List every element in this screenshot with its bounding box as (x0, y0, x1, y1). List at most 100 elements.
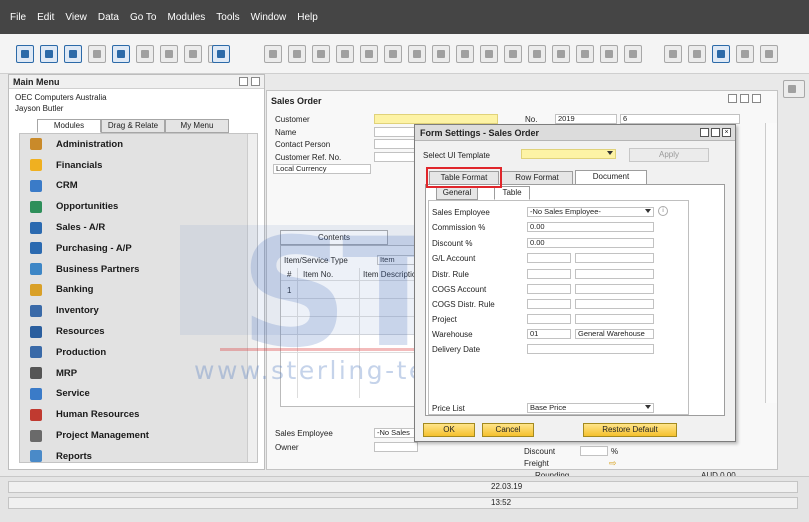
module-service[interactable]: Service (20, 384, 257, 405)
tab-contents[interactable]: Contents (280, 230, 388, 245)
print-preview-icon[interactable] (16, 45, 34, 63)
contact-person-field[interactable] (374, 139, 418, 149)
maximize-icon[interactable] (251, 77, 260, 86)
sales-order-scrollbar[interactable] (765, 123, 777, 403)
edit-icon[interactable] (664, 45, 682, 63)
name-field[interactable] (374, 127, 418, 137)
filter-icon[interactable] (432, 45, 450, 63)
next-record-icon[interactable] (360, 45, 378, 63)
menu-goto[interactable]: Go To (130, 12, 157, 23)
customer-field[interactable] (374, 114, 498, 124)
apply-button[interactable]: Apply (629, 148, 709, 162)
find-icon[interactable] (264, 45, 282, 63)
first-record-icon[interactable] (312, 45, 330, 63)
currency-select[interactable]: Local Currency (273, 164, 371, 174)
tab-modules[interactable]: Modules (37, 119, 101, 133)
menu-edit[interactable]: Edit (37, 12, 54, 23)
volume-weight-icon[interactable] (576, 45, 594, 63)
restore-default-button[interactable]: Restore Default (583, 423, 677, 437)
delivery-date-field[interactable] (527, 344, 654, 354)
sales-employee-select[interactable]: -No Sales Employee- (527, 207, 654, 217)
minimize-icon[interactable] (728, 94, 737, 103)
settings-icon[interactable] (688, 45, 706, 63)
info-icon[interactable]: i (658, 206, 668, 216)
cogs-distr-rule-name-field[interactable] (575, 299, 654, 309)
sales-employee-select[interactable]: -No Sales (374, 428, 418, 438)
module-inventory[interactable]: Inventory (20, 300, 257, 321)
module-opportunities[interactable]: Opportunities (20, 196, 257, 217)
item-service-type-select[interactable]: Item (377, 255, 415, 265)
search-icon[interactable] (40, 45, 58, 63)
discount-field[interactable] (580, 446, 608, 456)
tab-row-format[interactable]: Row Format (501, 171, 573, 185)
close-icon[interactable]: × (722, 128, 731, 137)
message-icon[interactable] (736, 45, 754, 63)
module-sales[interactable]: Sales - A/R (20, 217, 257, 238)
cogs-account-name-field[interactable] (575, 284, 654, 294)
commission-field[interactable]: 0.00 (527, 222, 654, 232)
menu-window[interactable]: Window (251, 12, 287, 23)
number-field[interactable]: 6 (620, 114, 740, 124)
target-document-icon[interactable] (504, 45, 522, 63)
subtab-table[interactable]: Table (494, 186, 530, 200)
tab-drag-relate[interactable]: Drag & Relate (101, 119, 165, 133)
module-banking[interactable]: Banking (20, 280, 257, 301)
discount-field[interactable]: 0.00 (527, 238, 654, 248)
menu-help[interactable]: Help (297, 12, 318, 23)
tab-document[interactable]: Document (575, 170, 647, 185)
email-icon[interactable] (64, 45, 82, 63)
cancel-button[interactable]: Cancel (482, 423, 534, 437)
module-resources[interactable]: Resources (20, 321, 257, 342)
module-purchasing[interactable]: Purchasing - A/P (20, 238, 257, 259)
customer-ref-field[interactable] (374, 152, 418, 162)
freight-arrow-icon[interactable]: ⇨ (609, 458, 617, 469)
gl-account-name-field[interactable] (575, 253, 654, 263)
ok-button[interactable]: OK (423, 423, 475, 437)
menu-file[interactable]: File (10, 12, 26, 23)
payment-icon[interactable] (552, 45, 570, 63)
menu-modules[interactable]: Modules (167, 12, 205, 23)
tab-my-menu[interactable]: My Menu (165, 119, 229, 133)
refresh-icon[interactable] (408, 45, 426, 63)
warehouse-name-field[interactable]: General Warehouse (575, 329, 654, 339)
project-field[interactable] (527, 314, 571, 324)
module-financials[interactable]: Financials (20, 155, 257, 176)
module-reports[interactable]: Reports (20, 446, 257, 467)
layout-icon[interactable] (600, 45, 618, 63)
module-administration[interactable]: Administration (20, 134, 257, 155)
cogs-account-field[interactable] (527, 284, 571, 294)
last-record-icon[interactable] (384, 45, 402, 63)
base-document-icon[interactable] (480, 45, 498, 63)
module-crm[interactable]: CRM (20, 176, 257, 197)
cogs-distr-rule-field[interactable] (527, 299, 571, 309)
gl-account-field[interactable] (527, 253, 571, 263)
add-icon[interactable] (288, 45, 306, 63)
project-name-field[interactable] (575, 314, 654, 324)
price-list-select[interactable]: Base Price (527, 403, 654, 413)
maximize-icon[interactable] (711, 128, 720, 137)
minimize-icon[interactable] (700, 128, 709, 137)
warehouse-field[interactable]: 01 (527, 329, 571, 339)
layout-switch-icon[interactable] (783, 80, 805, 98)
module-project-management[interactable]: Project Management (20, 425, 257, 446)
menu-data[interactable]: Data (98, 12, 119, 23)
distr-rule-field[interactable] (527, 269, 571, 279)
ui-template-select[interactable] (521, 149, 616, 159)
move-icon[interactable] (212, 45, 230, 63)
minimize-icon[interactable] (239, 77, 248, 86)
module-human-resources[interactable]: Human Resources (20, 404, 257, 425)
sms-icon[interactable] (88, 45, 106, 63)
close-icon[interactable] (752, 94, 761, 103)
print-icon[interactable] (112, 45, 130, 63)
menu-tools[interactable]: Tools (216, 12, 239, 23)
gross-profit-icon[interactable] (528, 45, 546, 63)
sort-icon[interactable] (456, 45, 474, 63)
chart-icon[interactable] (624, 45, 642, 63)
word-icon[interactable] (160, 45, 178, 63)
owner-field[interactable] (374, 442, 418, 452)
module-business-partners[interactable]: Business Partners (20, 259, 257, 280)
export-icon[interactable] (136, 45, 154, 63)
distr-rule-name-field[interactable] (575, 269, 654, 279)
menu-view[interactable]: View (65, 12, 87, 23)
modules-scrollbar[interactable] (247, 134, 257, 462)
